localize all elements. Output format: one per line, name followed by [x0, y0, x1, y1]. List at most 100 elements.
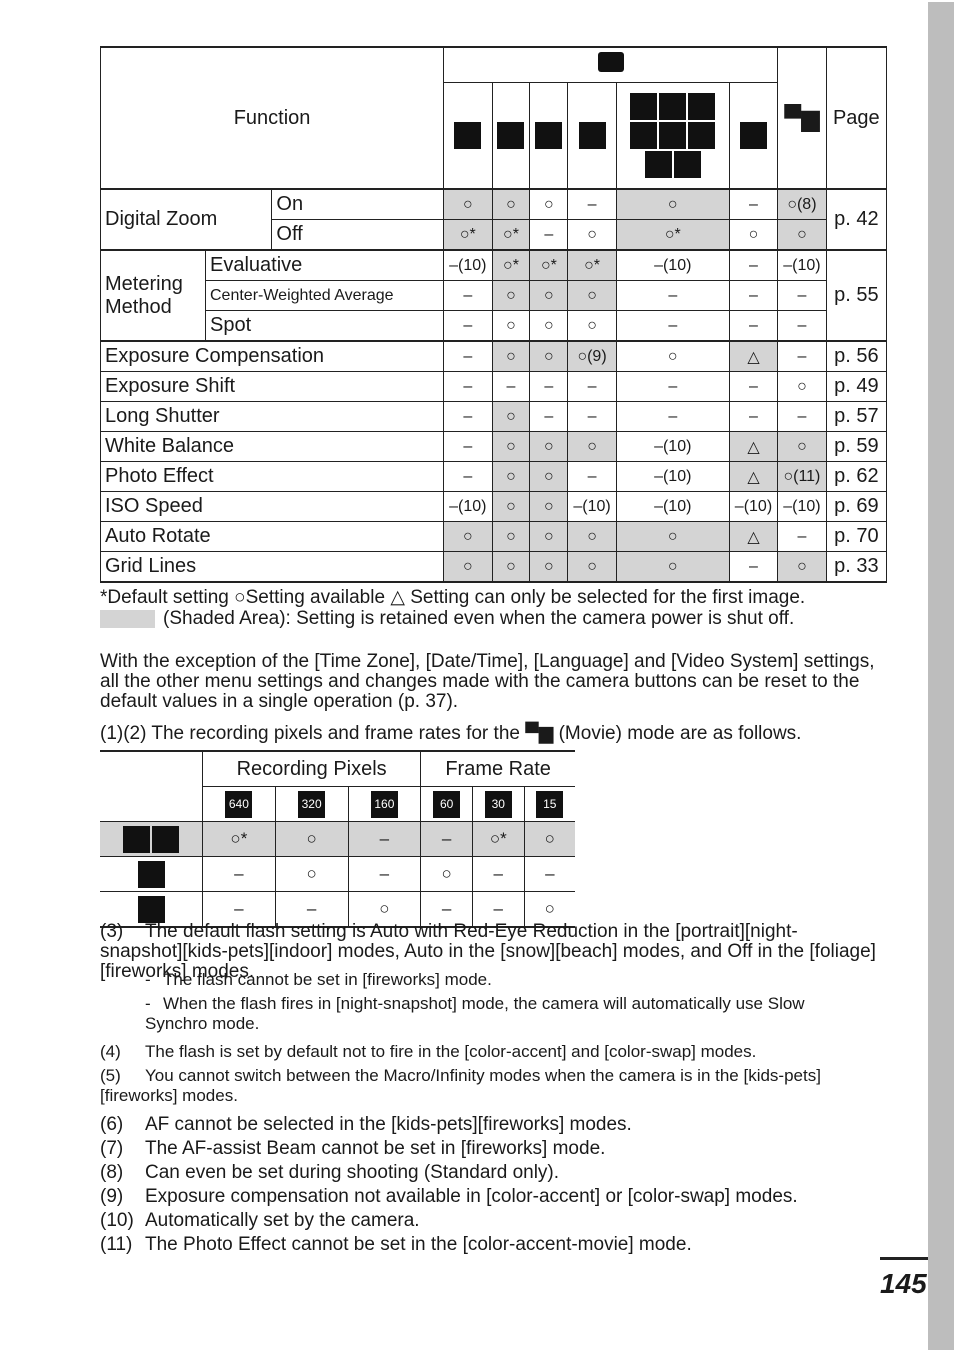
setting-cell: ○	[615, 188, 730, 220]
setting-cell: ○	[491, 551, 531, 583]
setting-cell: ○	[529, 551, 569, 583]
setting-cell: –	[420, 821, 473, 857]
setting-cell: –	[347, 821, 422, 857]
setting-cell: ○*	[491, 219, 531, 251]
setting-cell: –	[728, 551, 779, 583]
movie-table: Recording Pixels Frame Rate 640 320 160 60 30 1…	[100, 750, 575, 928]
column-icon-header: 160	[347, 786, 422, 822]
page-ref: p. 62	[825, 461, 888, 492]
setting-cell: ○	[491, 431, 531, 462]
mode-cell	[100, 856, 203, 892]
page-header: Page	[825, 46, 888, 190]
column-icon-header: 60	[420, 786, 473, 822]
movie-intro-after: (Movie) mode are as follows.	[558, 723, 802, 744]
footnote: (7) The AF-assist Beam cannot be set in […	[100, 1139, 880, 1159]
resolution-640-icon: 640	[225, 790, 253, 818]
footnote-number: (10)	[100, 1210, 134, 1231]
frame-rate-header: Frame Rate	[420, 750, 575, 787]
setting-cell: –(10)	[615, 461, 730, 492]
function-table: Function ▀▆ Page Digital Zoom On ○ ○ ○ – ○ – ○(8) p.…	[99, 46, 888, 583]
frame-rate-30-icon: 30	[484, 790, 512, 818]
setting-cell: ○*	[615, 219, 730, 251]
mode-column-header	[728, 82, 779, 190]
setting-cell: ○	[777, 371, 827, 402]
page-ref: p. 70	[825, 521, 888, 552]
setting-cell: △	[728, 431, 779, 462]
setting-cell: –(10)	[615, 249, 730, 281]
setting-cell: –	[567, 188, 617, 220]
frame-rate-15-icon: 15	[536, 790, 564, 818]
footnote-number: (4)	[100, 1042, 121, 1061]
setting-cell: –	[728, 310, 779, 342]
setting-cell: –	[728, 401, 779, 432]
legend-line-1: *Default setting ○Setting available △ Se…	[100, 587, 806, 608]
mode-cell	[100, 821, 203, 857]
setting-cell: ○	[615, 551, 730, 583]
setting-cell: –(10)	[567, 491, 617, 522]
footnote-text: The flash cannot be set in [fireworks] m…	[163, 970, 492, 989]
standard-movie-icon	[123, 825, 150, 853]
movie-intro: (1)(2) The recording pixels and frame ra…	[100, 724, 801, 744]
mode-column-header	[491, 82, 531, 190]
setting-cell: ○	[529, 461, 569, 492]
footnote-number: (6)	[100, 1114, 124, 1135]
setting-cell: –	[728, 249, 779, 281]
table-row: Digital Zoom On ○ ○ ○ – ○ – ○(8) p. 42	[99, 188, 888, 251]
setting-cell: ○	[567, 280, 617, 311]
setting-cell: ○	[274, 856, 349, 892]
setting-cell: ○	[567, 219, 617, 251]
footnote-number: (9)	[100, 1186, 124, 1207]
function-label: Long Shutter	[99, 401, 445, 432]
setting-cell: –	[523, 856, 575, 892]
resolution-160-icon: 160	[370, 790, 398, 818]
table-row: ISO Speed –(10) ○ ○ –(10) –(10) –(10) –(10) p. 6…	[99, 491, 888, 522]
setting-cell: –	[529, 401, 569, 432]
footnote: (4) The flash is set by default not to fi…	[100, 1042, 880, 1062]
footnote: - When the flash fires in [night-snapshot…	[145, 994, 845, 1034]
mode-column-header	[443, 82, 493, 190]
digital-macro-icon	[535, 122, 563, 149]
setting-cell: ○	[567, 431, 617, 462]
setting-cell: –	[615, 371, 730, 402]
setting-cell: ○	[529, 310, 569, 342]
footnote-number: (8)	[100, 1162, 124, 1183]
sub-function-label: Spot	[204, 310, 445, 342]
column-icon-header: 320	[274, 786, 349, 822]
setting-cell: △	[728, 461, 779, 492]
setting-cell: ○*	[491, 249, 531, 281]
table-row: White Balance – ○ ○ ○ –(10) △ ○ p. 59	[99, 431, 888, 462]
setting-cell: ○	[491, 280, 531, 311]
setting-cell: ○	[443, 551, 493, 583]
footnote-text: AF cannot be selected in the [kids-pets]…	[145, 1114, 632, 1135]
table-row: Exposure Shift – – – – – – ○ p. 49	[99, 371, 888, 402]
scene-modes-icon	[659, 122, 687, 149]
setting-cell: –(10)	[443, 249, 493, 281]
setting-cell: –(10)	[777, 249, 827, 281]
function-label: White Balance	[99, 431, 445, 462]
footnote: (5) You cannot switch between the Macro/I…	[100, 1066, 880, 1106]
function-label: Exposure Compensation	[99, 340, 445, 372]
setting-cell: ○(9)	[567, 340, 617, 372]
function-label: Photo Effect	[99, 461, 445, 492]
setting-cell: –	[443, 340, 493, 372]
setting-cell: –(10)	[777, 491, 827, 522]
function-header: Function	[99, 46, 445, 190]
setting-cell: –	[615, 280, 730, 311]
setting-cell: –	[443, 401, 493, 432]
table-row: Exposure Compensation – ○ ○ ○(9) ○ △ – p. 56	[99, 340, 888, 372]
setting-cell: ○*	[202, 821, 276, 857]
movie-icon: ▀▆	[525, 723, 554, 744]
setting-cell: ○	[491, 461, 531, 492]
setting-cell: ○	[567, 551, 617, 583]
page-ref: p. 49	[825, 371, 888, 402]
scene-modes-icon	[673, 151, 701, 178]
frame-rate-60-icon: 60	[433, 790, 461, 818]
setting-cell: ○*	[443, 219, 493, 251]
function-label: ISO Speed	[99, 491, 445, 522]
scene-modes-icon	[659, 93, 687, 120]
setting-cell: –	[443, 371, 493, 402]
mode-column-header	[615, 82, 730, 190]
setting-cell: –	[471, 856, 525, 892]
function-label: Metering Method	[100, 249, 206, 342]
setting-cell: –	[728, 371, 779, 402]
